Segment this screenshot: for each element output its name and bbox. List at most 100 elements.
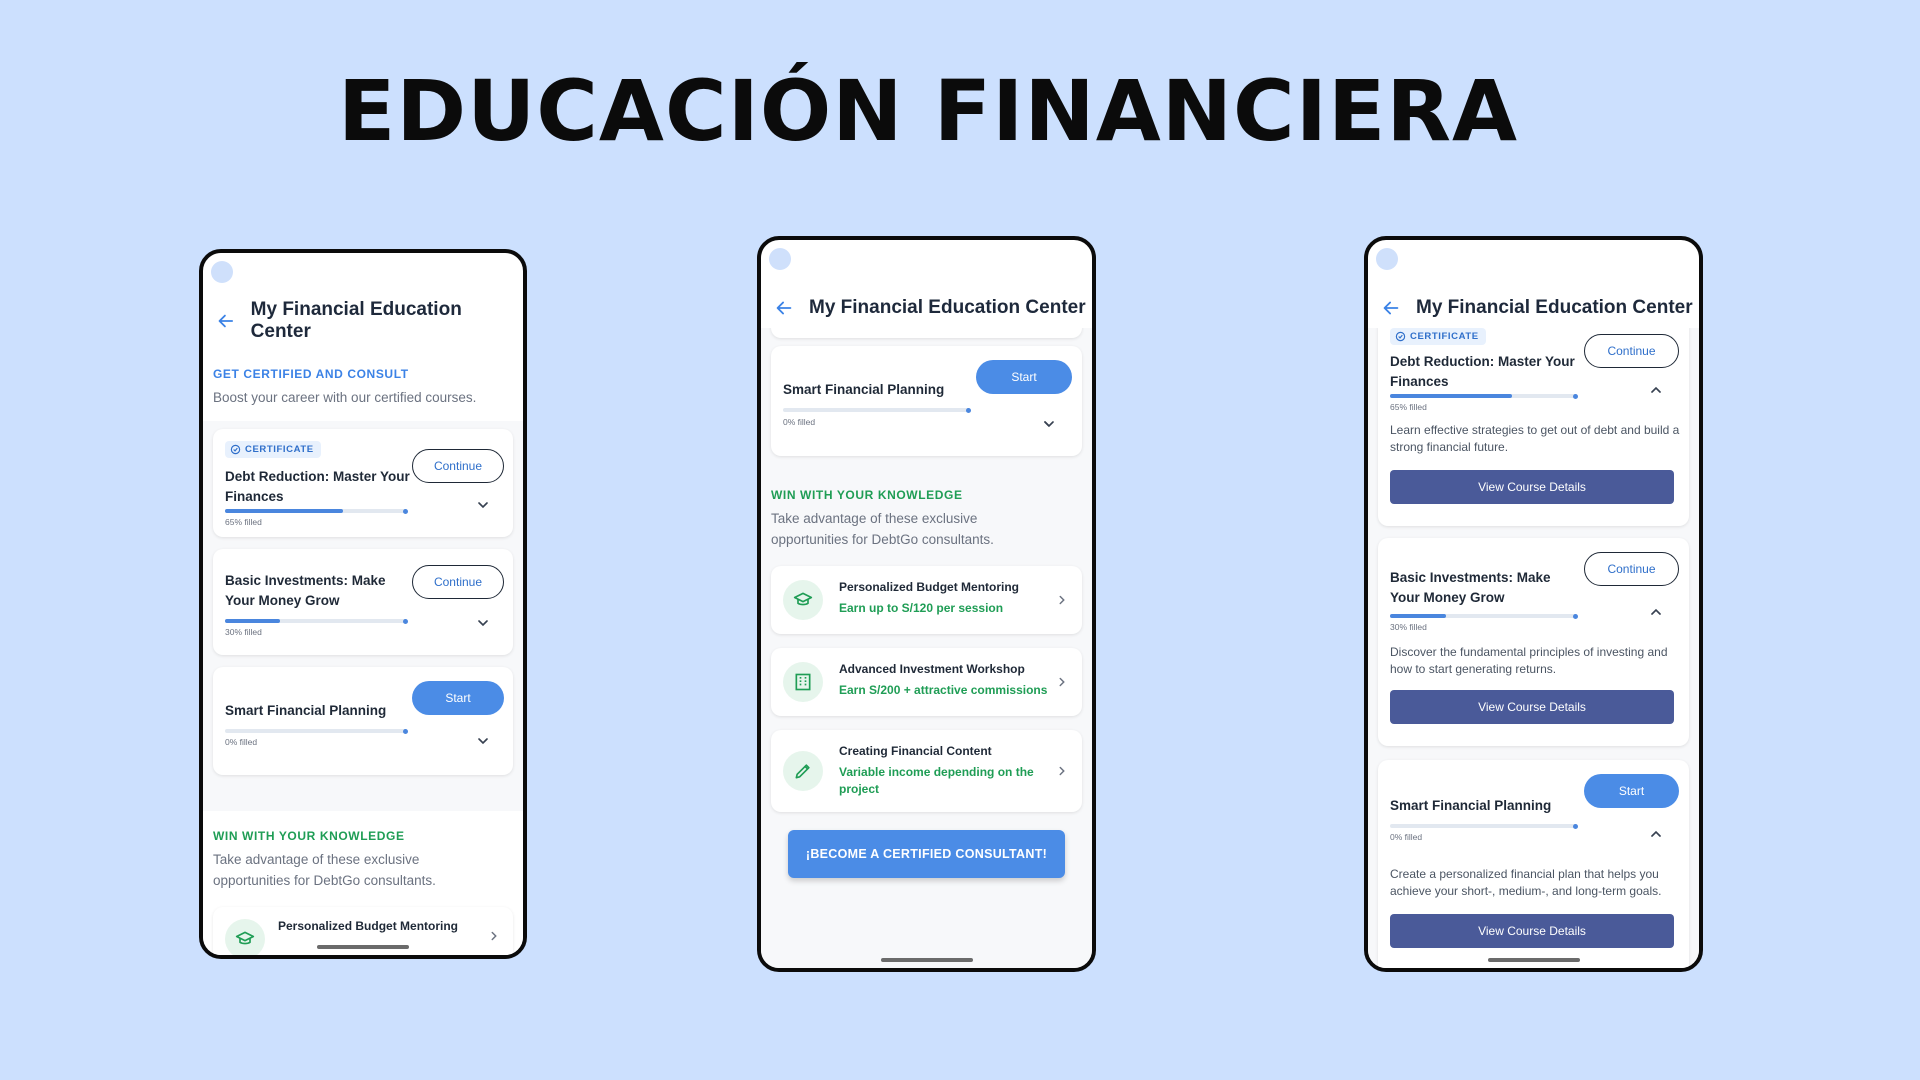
chevron-right-icon	[1059, 595, 1065, 605]
progress-end-dot	[403, 728, 408, 734]
camera-dot	[211, 261, 233, 283]
section-label-win: WIN WITH YOUR KNOWLEDGE	[213, 829, 405, 843]
progress-end-dot	[1573, 823, 1578, 829]
home-indicator	[1487, 958, 1580, 962]
course-description: Create a personalized financial plan tha…	[1390, 867, 1662, 898]
app-header: My Financial Education Center	[761, 288, 1092, 328]
progress-fill	[225, 619, 280, 623]
course-card[interactable]: CERTIFICATE Debt Reduction: Master Your …	[213, 429, 513, 537]
progress-bar	[225, 618, 408, 624]
opportunity-title: Creating Financial Content	[839, 744, 992, 758]
start-button[interactable]: Start	[1584, 774, 1679, 808]
view-course-details-button[interactable]: View Course Details	[1390, 470, 1674, 504]
opportunity-card[interactable]: Advanced Investment Workshop Earn S/200 …	[771, 648, 1082, 716]
progress-label: 65% filled	[225, 517, 262, 527]
opportunity-icon-wrap	[783, 662, 823, 702]
home-indicator	[880, 958, 973, 962]
progress-end-dot	[403, 508, 408, 514]
chevron-up-icon[interactable]	[1648, 382, 1664, 398]
chevron-right-icon	[1059, 677, 1065, 687]
continue-button[interactable]: Continue	[412, 565, 504, 599]
course-card[interactable]: Smart Financial Planning Start 0% filled	[213, 667, 513, 775]
course-title: Debt Reduction: Master Your Finances	[225, 469, 410, 504]
section-desc-win: Take advantage of these exclusive opport…	[771, 511, 994, 547]
course-card[interactable]: Basic Investments: Make Your Money Grow …	[213, 549, 513, 655]
chevron-up-icon[interactable]	[1648, 604, 1664, 620]
progress-label: 0% filled	[1390, 832, 1423, 842]
start-button[interactable]: Start	[412, 681, 504, 715]
course-title: Basic Investments: Make Your Money Grow	[225, 573, 386, 608]
back-arrow-icon[interactable]	[1380, 297, 1402, 319]
badge-label: CERTIFICATE	[1410, 331, 1479, 342]
section-desc-certify: Boost your career with our certified cou…	[213, 390, 477, 405]
section-desc-win: Take advantage of these exclusive opport…	[213, 852, 436, 888]
phone-screen-expanded: My Financial Education Center CERTIFICAT…	[1364, 236, 1703, 972]
view-course-details-button[interactable]: View Course Details	[1390, 914, 1674, 948]
opportunity-icon-wrap	[783, 751, 823, 791]
progress-end-dot	[403, 618, 408, 624]
course-title: Smart Financial Planning	[783, 382, 945, 397]
app-header: My Financial Education Center	[1368, 288, 1699, 328]
certificate-badge: CERTIFICATE	[225, 441, 321, 458]
progress-bar	[1390, 393, 1578, 399]
opportunity-card[interactable]: Personalized Budget Mentoring Earn up to…	[771, 566, 1082, 634]
become-consultant-button[interactable]: ¡BECOME A CERTIFIED CONSULTANT!	[788, 830, 1065, 878]
course-card-expanded[interactable]: CERTIFICATE Debt Reduction: Master Your …	[1378, 328, 1689, 526]
opportunity-icon-wrap	[783, 580, 823, 620]
course-list: CERTIFICATE Debt Reduction: Master Your …	[203, 421, 523, 811]
progress-label: 65% filled	[1390, 402, 1427, 412]
phone-screen-opportunities: My Financial Education Center Smart Fina…	[757, 236, 1096, 972]
progress-bar	[1390, 613, 1578, 619]
pencil-icon	[795, 764, 810, 779]
progress-bar	[225, 508, 408, 514]
continue-button[interactable]: Continue	[412, 449, 504, 483]
opportunity-title: Personalized Budget Mentoring	[839, 580, 1020, 594]
chevron-down-icon[interactable]	[475, 733, 491, 749]
progress-fill	[1390, 614, 1447, 618]
chevron-right-icon	[491, 931, 497, 941]
content-area: GET CERTIFIED AND CONSULT Boost your car…	[203, 341, 523, 955]
home-indicator	[317, 945, 409, 949]
start-button[interactable]: Start	[976, 360, 1072, 394]
app-header: My Financial Education Center	[203, 299, 523, 342]
progress-label: 30% filled	[1390, 622, 1427, 632]
content-area: CERTIFICATE Debt Reduction: Master Your …	[1368, 328, 1699, 968]
course-card-partial	[771, 328, 1082, 338]
chevron-down-icon[interactable]	[475, 497, 491, 513]
section-label-certify: GET CERTIFIED AND CONSULT	[213, 367, 409, 381]
course-title: Smart Financial Planning	[1390, 798, 1552, 813]
back-arrow-icon[interactable]	[215, 310, 237, 332]
opportunity-title: Advanced Investment Workshop	[839, 662, 1025, 676]
progress-label: 0% filled	[783, 417, 816, 427]
opportunity-subtitle: Variable income depending on the project	[839, 765, 1034, 796]
progress-label: 0% filled	[225, 737, 258, 747]
progress-end-dot	[1573, 613, 1578, 619]
opportunity-subtitle: Earn S/200 + attractive commissions	[839, 683, 1048, 697]
content-area: Smart Financial Planning Start 0% filled…	[761, 328, 1092, 968]
certificate-badge: CERTIFICATE	[1390, 328, 1486, 345]
continue-button[interactable]: Continue	[1584, 334, 1679, 368]
opportunity-card[interactable]: Creating Financial Content Variable inco…	[771, 730, 1082, 812]
progress-fill	[225, 509, 344, 513]
graduation-cap-icon	[235, 931, 255, 945]
badge-label: CERTIFICATE	[245, 444, 314, 455]
chevron-up-icon[interactable]	[1648, 826, 1664, 842]
course-description: Discover the fundamental principles of i…	[1390, 645, 1668, 676]
view-course-details-button[interactable]: View Course Details	[1390, 690, 1674, 724]
course-card-expanded[interactable]: Smart Financial Planning Start 0% filled…	[1378, 760, 1689, 968]
course-card-expanded[interactable]: Basic Investments: Make Your Money Grow …	[1378, 538, 1689, 746]
chevron-down-icon[interactable]	[1041, 416, 1057, 432]
opportunity-subtitle: Earn up to S/120 per session	[839, 601, 1004, 615]
header-title: My Financial Education Center	[250, 299, 462, 342]
progress-bar	[1390, 823, 1578, 829]
continue-button[interactable]: Continue	[1584, 552, 1679, 586]
phone-screen-overview: My Financial Education Center GET CERTIF…	[199, 249, 527, 959]
progress-end-dot	[966, 407, 971, 413]
chevron-down-icon[interactable]	[475, 615, 491, 631]
header-title: My Financial Education Center	[1416, 297, 1693, 318]
course-card[interactable]: Smart Financial Planning Start 0% filled	[771, 346, 1082, 456]
back-arrow-icon[interactable]	[773, 297, 795, 319]
course-description: Learn effective strategies to get out of…	[1390, 423, 1680, 454]
page-title: EDUCACIÓN FINANCIERA	[337, 62, 1519, 160]
camera-dot	[1376, 248, 1398, 270]
